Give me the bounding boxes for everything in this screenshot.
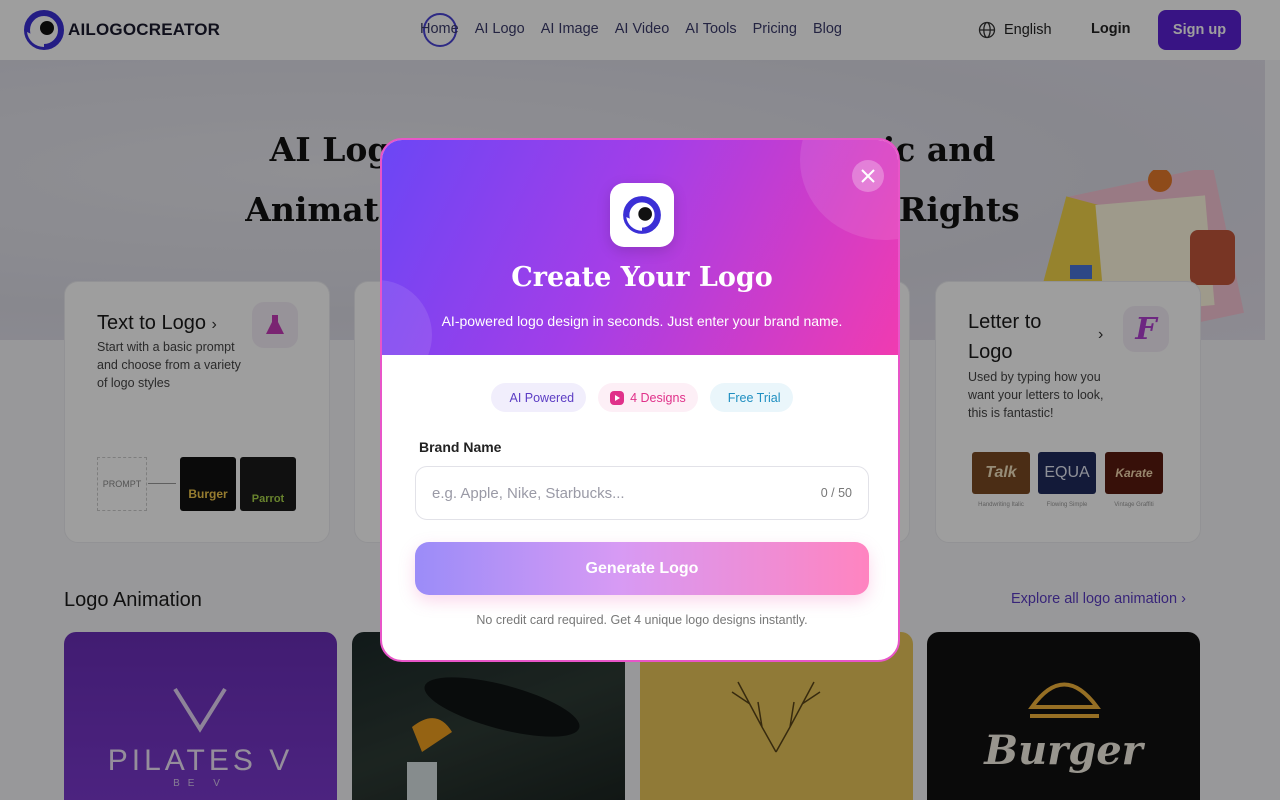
no-credit-card-note: No credit card required. Get 4 unique lo… [476,613,808,627]
brand-name-label: Brand Name [419,439,502,455]
brand-name-field[interactable]: 0 / 50 [415,466,869,520]
brand-logo-icon [623,196,661,234]
badge-label: 4 Designs [630,390,686,405]
character-counter: 0 / 50 [820,486,852,500]
close-icon [861,169,875,183]
brand-name-input[interactable] [432,467,792,519]
badge-label: Free Trial [727,390,781,405]
modal-brand-logo [610,183,674,247]
modal-subtitle: AI-powered logo design in seconds. Just … [441,313,843,329]
play-icon [610,390,625,405]
badge-label: AI Powered [509,390,575,405]
create-logo-modal: Create Your Logo AI-powered logo design … [380,138,900,662]
modal-header: Create Your Logo AI-powered logo design … [382,140,898,355]
close-button[interactable] [852,160,884,192]
decorative-bubble [800,140,898,240]
generate-logo-button[interactable]: Generate Logo [415,542,869,595]
badge-free-trial: Free Trial [709,383,793,412]
modal-title: Create Your Logo [511,262,773,293]
badge-ai-powered: AI Powered [491,383,587,412]
feature-badges: AI Powered 4 Designs Free Trial [382,383,898,412]
badge-designs: 4 Designs [598,383,698,412]
